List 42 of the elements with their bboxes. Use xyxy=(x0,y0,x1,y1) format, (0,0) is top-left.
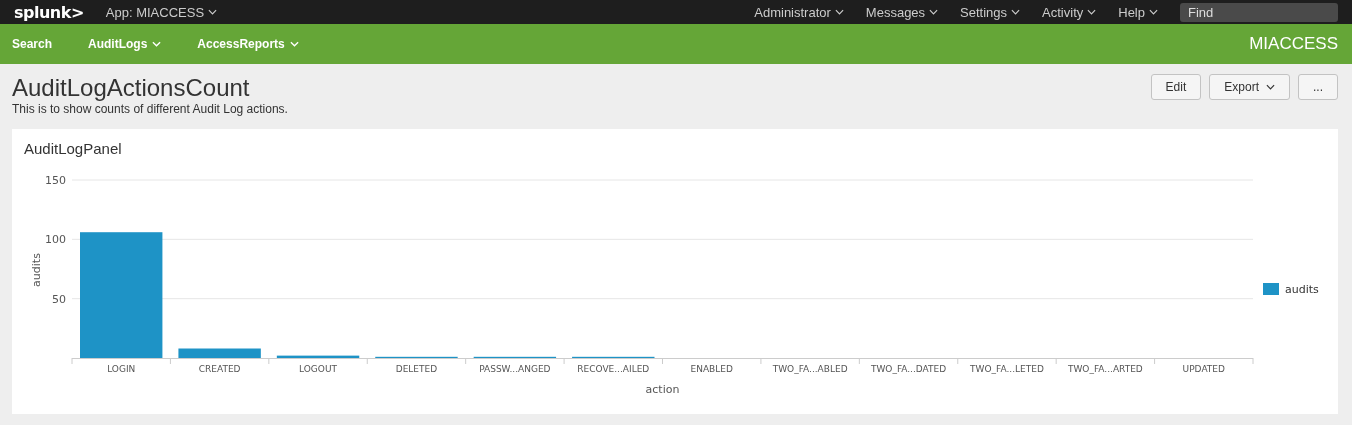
panel-title: AuditLogPanel xyxy=(23,139,123,159)
x-tick-label: CREATED xyxy=(198,364,241,374)
x-axis-title: action xyxy=(645,383,680,396)
chevron-icon xyxy=(1087,9,1097,15)
chevron-icon xyxy=(1149,9,1158,15)
y-tick-label: 50 xyxy=(52,292,66,306)
chevron-icon xyxy=(289,41,299,47)
search-field[interactable]: Find xyxy=(1180,2,1338,22)
y-axis-title: audits xyxy=(30,253,43,287)
chevron-icon xyxy=(1011,9,1021,15)
menu-item[interactable]: Help xyxy=(1118,4,1158,20)
x-tick-label: ENABLED xyxy=(690,364,733,374)
y-tick-label: 100 xyxy=(45,233,66,247)
menu-item[interactable]: Activity xyxy=(1042,4,1097,20)
app-name: MIACCESS xyxy=(1249,34,1338,54)
x-tick-label: TWO_FA...DATED xyxy=(870,364,947,374)
x-tick-label: TWO_FA...ARTED xyxy=(1068,364,1143,374)
menu-item[interactable]: Messages xyxy=(865,4,939,20)
splunk-logo[interactable]: splunk> xyxy=(14,2,84,22)
app-menu[interactable]: App: MIACCESS xyxy=(105,4,218,20)
toolbar-button[interactable]: Export xyxy=(1209,74,1290,100)
chevron-icon xyxy=(834,9,844,15)
toolbar-button[interactable]: ... xyxy=(1298,74,1338,100)
chevron-icon xyxy=(208,9,218,15)
dashboard-title: AuditLogActionsCount xyxy=(12,74,251,102)
menu-item[interactable]: Settings xyxy=(960,4,1021,20)
x-tick-label: TWO_FA...ABLED xyxy=(772,364,848,374)
chevron-icon xyxy=(1266,84,1275,90)
x-tick-label: LOGIN xyxy=(107,364,136,374)
x-tick-label: LOGOUT xyxy=(299,364,337,374)
toolbar-button[interactable]: Edit xyxy=(1150,74,1202,100)
x-tick-label: RECOVE...AILED xyxy=(577,364,650,374)
x-tick-label: DELETED xyxy=(395,364,438,374)
y-tick-label: 150 xyxy=(45,174,66,187)
menu-item[interactable]: Administrator xyxy=(754,4,844,20)
x-tick-label: UPDATED xyxy=(1182,364,1225,374)
x-tick-label: PASSW...ANGED xyxy=(479,364,551,374)
legend-label: audits xyxy=(1285,283,1319,296)
dashboard-description: This is to show counts of different Audit Log actions. xyxy=(12,102,288,116)
x-tick-label: TWO_FA...LETED xyxy=(970,364,1044,374)
chevron-icon xyxy=(152,41,162,47)
chevron-icon xyxy=(929,9,939,15)
